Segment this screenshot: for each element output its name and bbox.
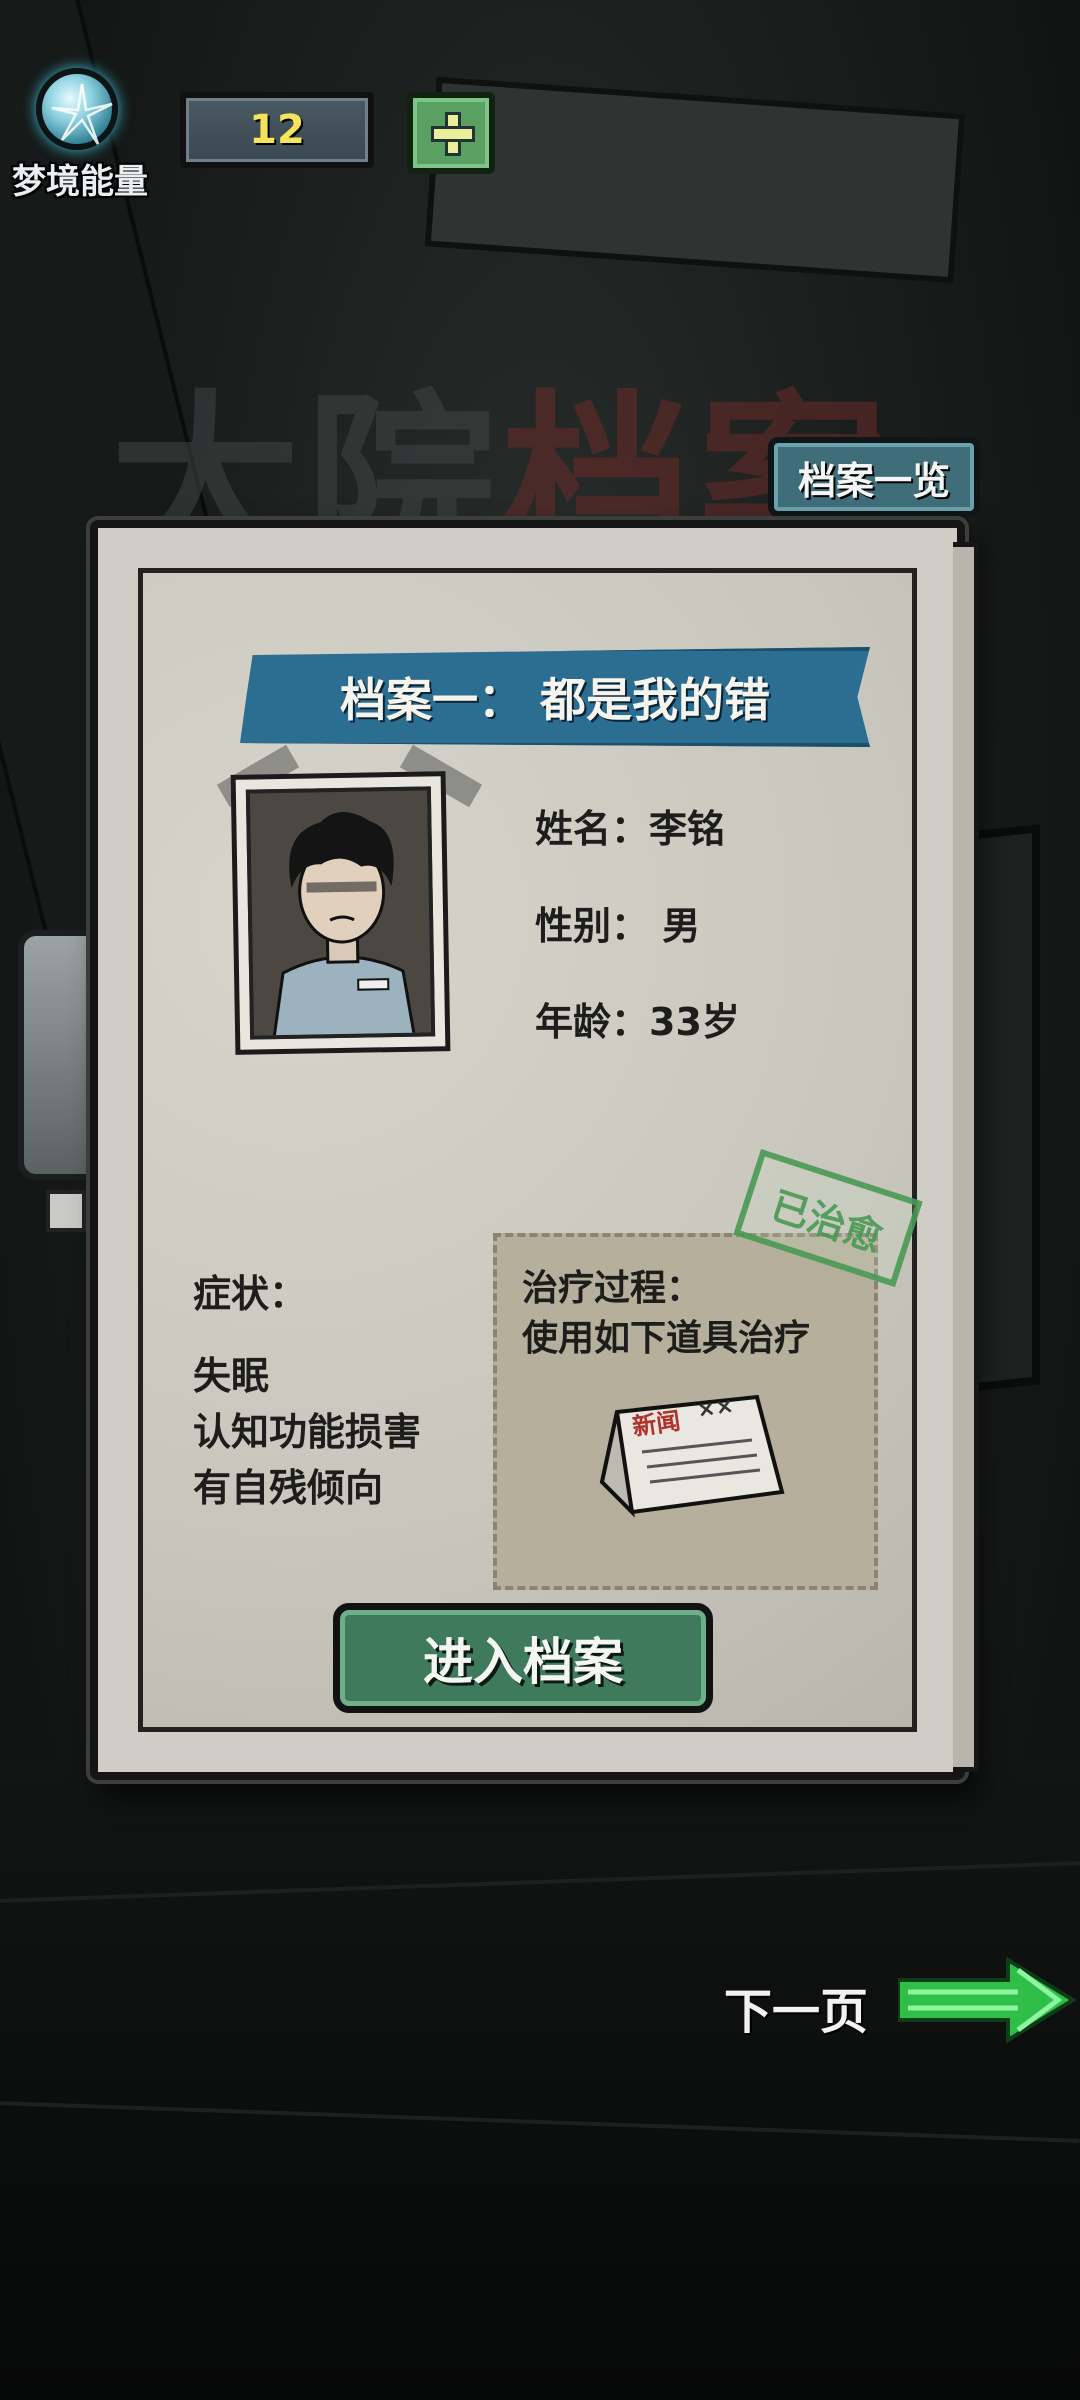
next-page-label[interactable]: 下一页: [724, 1972, 868, 2042]
floor: [0, 1760, 1080, 2400]
patient-portrait: [245, 786, 436, 1040]
archive-list-button[interactable]: 档案一览: [768, 437, 980, 517]
newspaper-item[interactable]: 新闻 ××: [592, 1382, 787, 1522]
symptoms-title: 症状：: [193, 1272, 308, 1316]
ceiling-sign: [424, 76, 966, 284]
card-inner: 档案一： 都是我的错 姓名：李铭 性别： 男 年龄：33岁 症状： 失眠 认知功…: [138, 568, 923, 1732]
card-edge: [953, 542, 979, 1772]
symptom-item: 认知功能损害: [193, 1410, 422, 1454]
symptom-item: 失眠: [193, 1354, 270, 1398]
patient-photo: [230, 771, 451, 1055]
symptom-item: 有自残倾向: [193, 1466, 384, 1510]
energy-label: 梦境能量: [12, 162, 148, 202]
energy-count: 12: [249, 107, 305, 153]
newspaper-marks: ××: [695, 1393, 736, 1424]
enter-archive-button[interactable]: 进入档案: [333, 1603, 713, 1713]
archive-title-ribbon: 档案一： 都是我的错: [240, 647, 870, 747]
patient-age: 年龄：33岁: [535, 1000, 740, 1044]
treatment-description: 使用如下道具治疗: [522, 1318, 811, 1359]
treatment-panel: 治疗过程： 使用如下道具治疗 新闻 ××: [493, 1233, 878, 1590]
archive-title: 档案一： 都是我的错: [339, 673, 770, 727]
add-energy-button[interactable]: [407, 92, 495, 174]
plus-icon-bar: [431, 126, 475, 142]
patient-portrait-drawing: [249, 790, 434, 1039]
next-page-arrow-icon[interactable]: [896, 1940, 1078, 2060]
patient-gender: 性别： 男: [535, 904, 701, 948]
energy-counter: 12: [180, 92, 374, 168]
door-tag: [46, 1190, 86, 1232]
treatment-title: 治疗过程：: [522, 1268, 703, 1309]
newspaper-label: 新闻: [630, 1406, 683, 1442]
archive-card: 档案一： 都是我的错 姓名：李铭 性别： 男 年龄：33岁 症状： 失眠 认知功…: [90, 520, 979, 1780]
dream-orb-icon: [36, 68, 118, 150]
patient-name: 姓名：李铭: [535, 807, 726, 851]
newspaper-icon: [599, 1394, 785, 1518]
